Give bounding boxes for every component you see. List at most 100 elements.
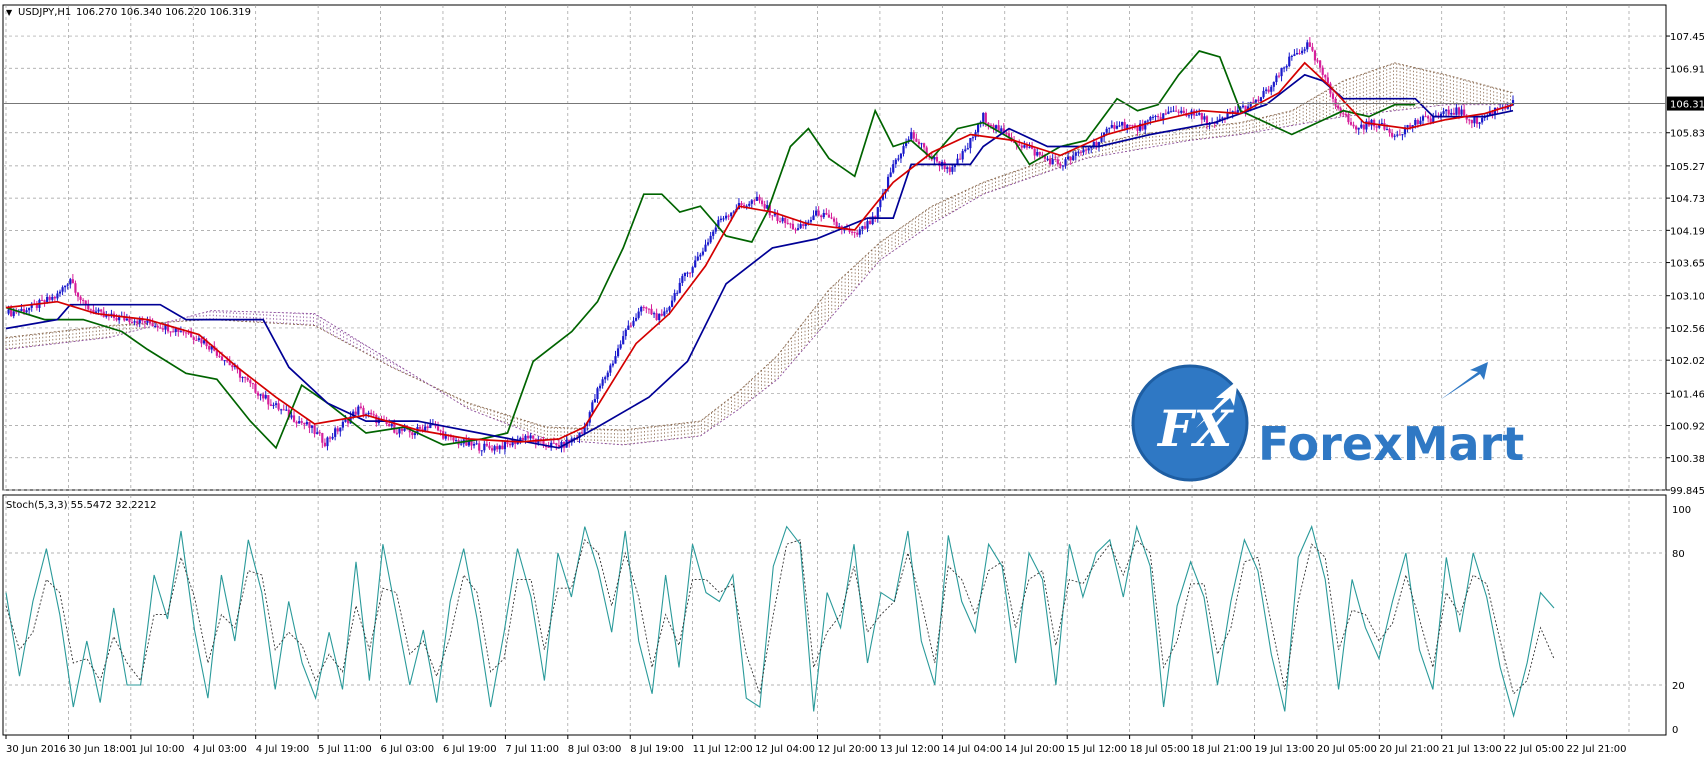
candle-body bbox=[292, 415, 296, 422]
candle-body bbox=[1355, 126, 1358, 130]
candle-body bbox=[1349, 122, 1353, 125]
price-axis-tick-label: 103.655 bbox=[1670, 259, 1704, 270]
candle-body bbox=[727, 215, 730, 217]
candle-body bbox=[1077, 151, 1080, 153]
candle-body bbox=[246, 377, 249, 381]
candle-body bbox=[832, 218, 836, 222]
candle-body bbox=[326, 437, 329, 447]
candle-body bbox=[226, 360, 229, 362]
candle-body bbox=[76, 292, 80, 297]
candle-body bbox=[1424, 116, 1427, 118]
candle-body bbox=[1311, 46, 1314, 51]
candle-body bbox=[1121, 122, 1124, 126]
candle-body bbox=[709, 235, 712, 243]
candle-body bbox=[624, 329, 627, 337]
candle-body bbox=[472, 443, 476, 446]
candle-body bbox=[1468, 119, 1471, 121]
candle-body bbox=[1108, 127, 1111, 129]
candle-body bbox=[655, 313, 658, 320]
candle-body bbox=[61, 287, 64, 292]
candle-body bbox=[663, 311, 666, 316]
candle-body bbox=[1241, 105, 1245, 108]
candle-body bbox=[308, 422, 311, 428]
candle-body bbox=[1005, 133, 1008, 135]
chart-canvas: 107.450 106.910 105.830 105.275 104.735 104.1… bbox=[0, 0, 1704, 760]
candle-body bbox=[485, 443, 489, 446]
candle-body bbox=[670, 300, 674, 307]
candle-body bbox=[673, 293, 676, 301]
candle-body bbox=[750, 200, 753, 204]
candle-body bbox=[763, 204, 766, 209]
candle-body bbox=[1249, 102, 1252, 107]
candle-body bbox=[786, 222, 789, 224]
candle-body bbox=[470, 440, 473, 446]
candle-body bbox=[321, 433, 324, 443]
candle-body bbox=[1198, 113, 1201, 115]
candle-body bbox=[1172, 110, 1175, 112]
candle-body bbox=[395, 432, 398, 434]
candle-body bbox=[508, 443, 512, 446]
candle-body bbox=[912, 132, 915, 139]
candle-body bbox=[604, 377, 607, 380]
candle-body bbox=[1388, 129, 1391, 133]
candle-body bbox=[1445, 109, 1448, 112]
candle-body bbox=[7, 309, 10, 314]
symbol-dropdown-icon[interactable]: ▼ bbox=[6, 8, 13, 17]
candle-body bbox=[591, 402, 594, 413]
candle-body bbox=[665, 310, 669, 312]
candle-body bbox=[1455, 107, 1458, 115]
candle-body bbox=[704, 244, 707, 252]
candle-body bbox=[1478, 122, 1481, 124]
candle-body bbox=[436, 426, 440, 431]
candle-body bbox=[1110, 125, 1113, 128]
candle-body bbox=[267, 395, 270, 405]
candle-body bbox=[814, 210, 818, 216]
candle-body bbox=[1128, 124, 1131, 126]
candle-body bbox=[1033, 148, 1036, 156]
candle-body bbox=[1154, 115, 1157, 117]
candle-body bbox=[1169, 111, 1173, 113]
candle-body bbox=[1270, 86, 1273, 92]
candle-body bbox=[179, 331, 182, 333]
candle-body bbox=[426, 426, 429, 429]
stoch-label: Stoch(5,3,3) 55.5472 32.2212 bbox=[6, 500, 157, 511]
candle-body bbox=[964, 149, 967, 152]
time-axis-tick-label: 18 Jul 05:00 bbox=[1130, 744, 1190, 755]
candle-body bbox=[362, 407, 365, 415]
candle-body bbox=[1360, 124, 1363, 128]
candle-body bbox=[863, 226, 867, 229]
candle-body bbox=[1344, 114, 1347, 116]
candle-body bbox=[1056, 159, 1059, 164]
candle-body bbox=[650, 308, 653, 315]
candle-body bbox=[318, 432, 321, 434]
candle-body bbox=[668, 306, 671, 311]
candle-body bbox=[712, 231, 715, 236]
candle-body bbox=[632, 320, 635, 326]
candle-body bbox=[1475, 117, 1479, 124]
candle-body bbox=[295, 421, 298, 424]
candle-body bbox=[969, 138, 972, 149]
candle-body bbox=[1463, 109, 1466, 116]
candle-body bbox=[917, 141, 921, 145]
candle-body bbox=[218, 355, 221, 357]
candle-body bbox=[758, 196, 761, 201]
candle-body bbox=[730, 212, 733, 217]
candle-body bbox=[488, 445, 491, 449]
candle-body bbox=[354, 411, 357, 415]
candle-body bbox=[133, 321, 136, 323]
candle-body bbox=[971, 137, 975, 139]
candle-body bbox=[452, 437, 455, 441]
candle-body bbox=[1275, 75, 1278, 83]
candle-body bbox=[154, 325, 157, 327]
candle-body bbox=[28, 307, 31, 311]
price-axis-tick-label: 105.275 bbox=[1670, 162, 1704, 173]
candle-body bbox=[328, 437, 332, 439]
time-axis-tick-label: 4 Jul 19:00 bbox=[256, 744, 310, 755]
candle-body bbox=[1357, 127, 1360, 130]
time-axis-tick-label: 30 Jun 2016 bbox=[6, 744, 66, 755]
candle-body bbox=[310, 425, 314, 428]
candle-body bbox=[316, 432, 319, 434]
candle-body bbox=[1337, 105, 1340, 109]
candle-body bbox=[269, 404, 272, 406]
candle-body bbox=[1028, 146, 1031, 148]
